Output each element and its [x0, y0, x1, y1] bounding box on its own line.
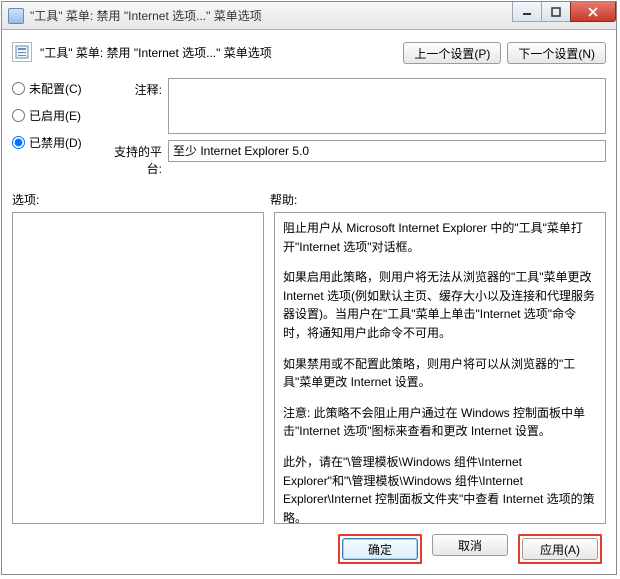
platform-value: 至少 Internet Explorer 5.0: [168, 140, 606, 162]
platform-label: 支持的平台:: [106, 140, 162, 177]
help-paragraph: 阻止用户从 Microsoft Internet Explorer 中的"工具"…: [283, 219, 597, 256]
previous-setting-button[interactable]: 上一个设置(P): [403, 42, 501, 64]
client-area: "工具" 菜单: 禁用 "Internet 选项..." 菜单选项 上一个设置(…: [2, 30, 616, 574]
minimize-button[interactable]: [512, 2, 542, 22]
help-paragraph: 注意: 此策略不会阻止用户通过在 Windows 控制面板中单击"Interne…: [283, 404, 597, 441]
radio-disabled-label: 已禁用(D): [29, 134, 82, 151]
ok-button[interactable]: 确定: [342, 538, 418, 560]
radio-disabled-input[interactable]: [12, 136, 25, 149]
radio-not-configured-input[interactable]: [12, 82, 25, 95]
comment-input[interactable]: [168, 78, 606, 134]
help-paragraph: 如果禁用或不配置此策略，则用户将可以从浏览器的"工具"菜单更改 Internet…: [283, 355, 597, 392]
apply-highlight: 应用(A): [518, 534, 602, 564]
config-row: 未配置(C) 已启用(E) 已禁用(D) 注释: 支持的平台:: [12, 78, 606, 177]
apply-button[interactable]: 应用(A): [522, 538, 598, 560]
footer: 确定 取消 应用(A): [12, 524, 606, 564]
radio-not-configured-label: 未配置(C): [29, 80, 82, 97]
state-radio-group: 未配置(C) 已启用(E) 已禁用(D): [12, 78, 90, 177]
options-label: 选项:: [12, 191, 270, 208]
options-panel[interactable]: [12, 212, 264, 524]
help-paragraph: 此外，请在"\管理模板\Windows 组件\Internet Explorer…: [283, 453, 597, 524]
close-icon: [587, 7, 599, 17]
section-labels: 选项: 帮助:: [12, 191, 606, 208]
close-button[interactable]: [570, 2, 616, 22]
maximize-button[interactable]: [541, 2, 571, 22]
radio-enabled-label: 已启用(E): [29, 107, 81, 124]
window-frame: "工具" 菜单: 禁用 "Internet 选项..." 菜单选项 "工具" 菜…: [1, 1, 617, 575]
radio-disabled[interactable]: 已禁用(D): [12, 134, 90, 151]
radio-enabled-input[interactable]: [12, 109, 25, 122]
maximize-icon: [551, 7, 561, 17]
titlebar[interactable]: "工具" 菜单: 禁用 "Internet 选项..." 菜单选项: [2, 2, 616, 30]
header-row: "工具" 菜单: 禁用 "Internet 选项..." 菜单选项 上一个设置(…: [12, 38, 606, 64]
comment-label: 注释:: [106, 78, 162, 98]
minimize-icon: [522, 7, 532, 17]
radio-not-configured[interactable]: 未配置(C): [12, 80, 90, 97]
radio-enabled[interactable]: 已启用(E): [12, 107, 90, 124]
policy-icon: [12, 42, 32, 62]
window-title: "工具" 菜单: 禁用 "Internet 选项..." 菜单选项: [30, 7, 262, 24]
policy-title: "工具" 菜单: 禁用 "Internet 选项..." 菜单选项: [40, 44, 272, 61]
window-controls: [513, 2, 616, 22]
help-label: 帮助:: [270, 191, 606, 208]
policy-window-icon: [8, 8, 24, 24]
help-panel[interactable]: 阻止用户从 Microsoft Internet Explorer 中的"工具"…: [274, 212, 606, 524]
cancel-button[interactable]: 取消: [432, 534, 508, 556]
help-paragraph: 如果启用此策略，则用户将无法从浏览器的"工具"菜单更改 Internet 选项(…: [283, 268, 597, 342]
ok-highlight: 确定: [338, 534, 422, 564]
panels: 阻止用户从 Microsoft Internet Explorer 中的"工具"…: [12, 212, 606, 524]
next-setting-button[interactable]: 下一个设置(N): [507, 42, 606, 64]
